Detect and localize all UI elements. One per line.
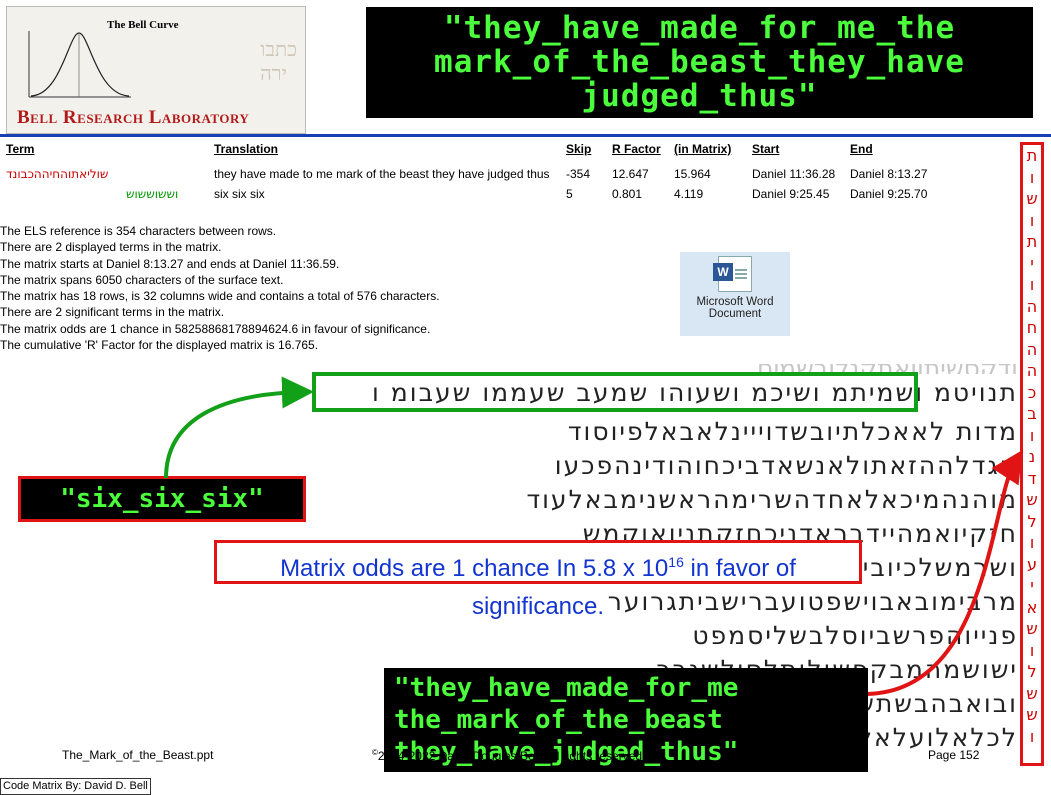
green-arrow [164,376,314,479]
copyright-text: 2004-2022 David Douglas Bell, All rights… [377,749,643,763]
red-arrow [867,449,1023,696]
footer-copyright: ©2004-2022 David Douglas Bell, All right… [372,748,642,763]
footer-filename: The_Mark_of_the_Beast.ppt [62,748,214,762]
footer-page-number: Page 152 [928,748,980,762]
code-matrix-credit: Code Matrix By: David D. Bell [0,778,151,795]
annotation-arrows [164,376,1023,696]
